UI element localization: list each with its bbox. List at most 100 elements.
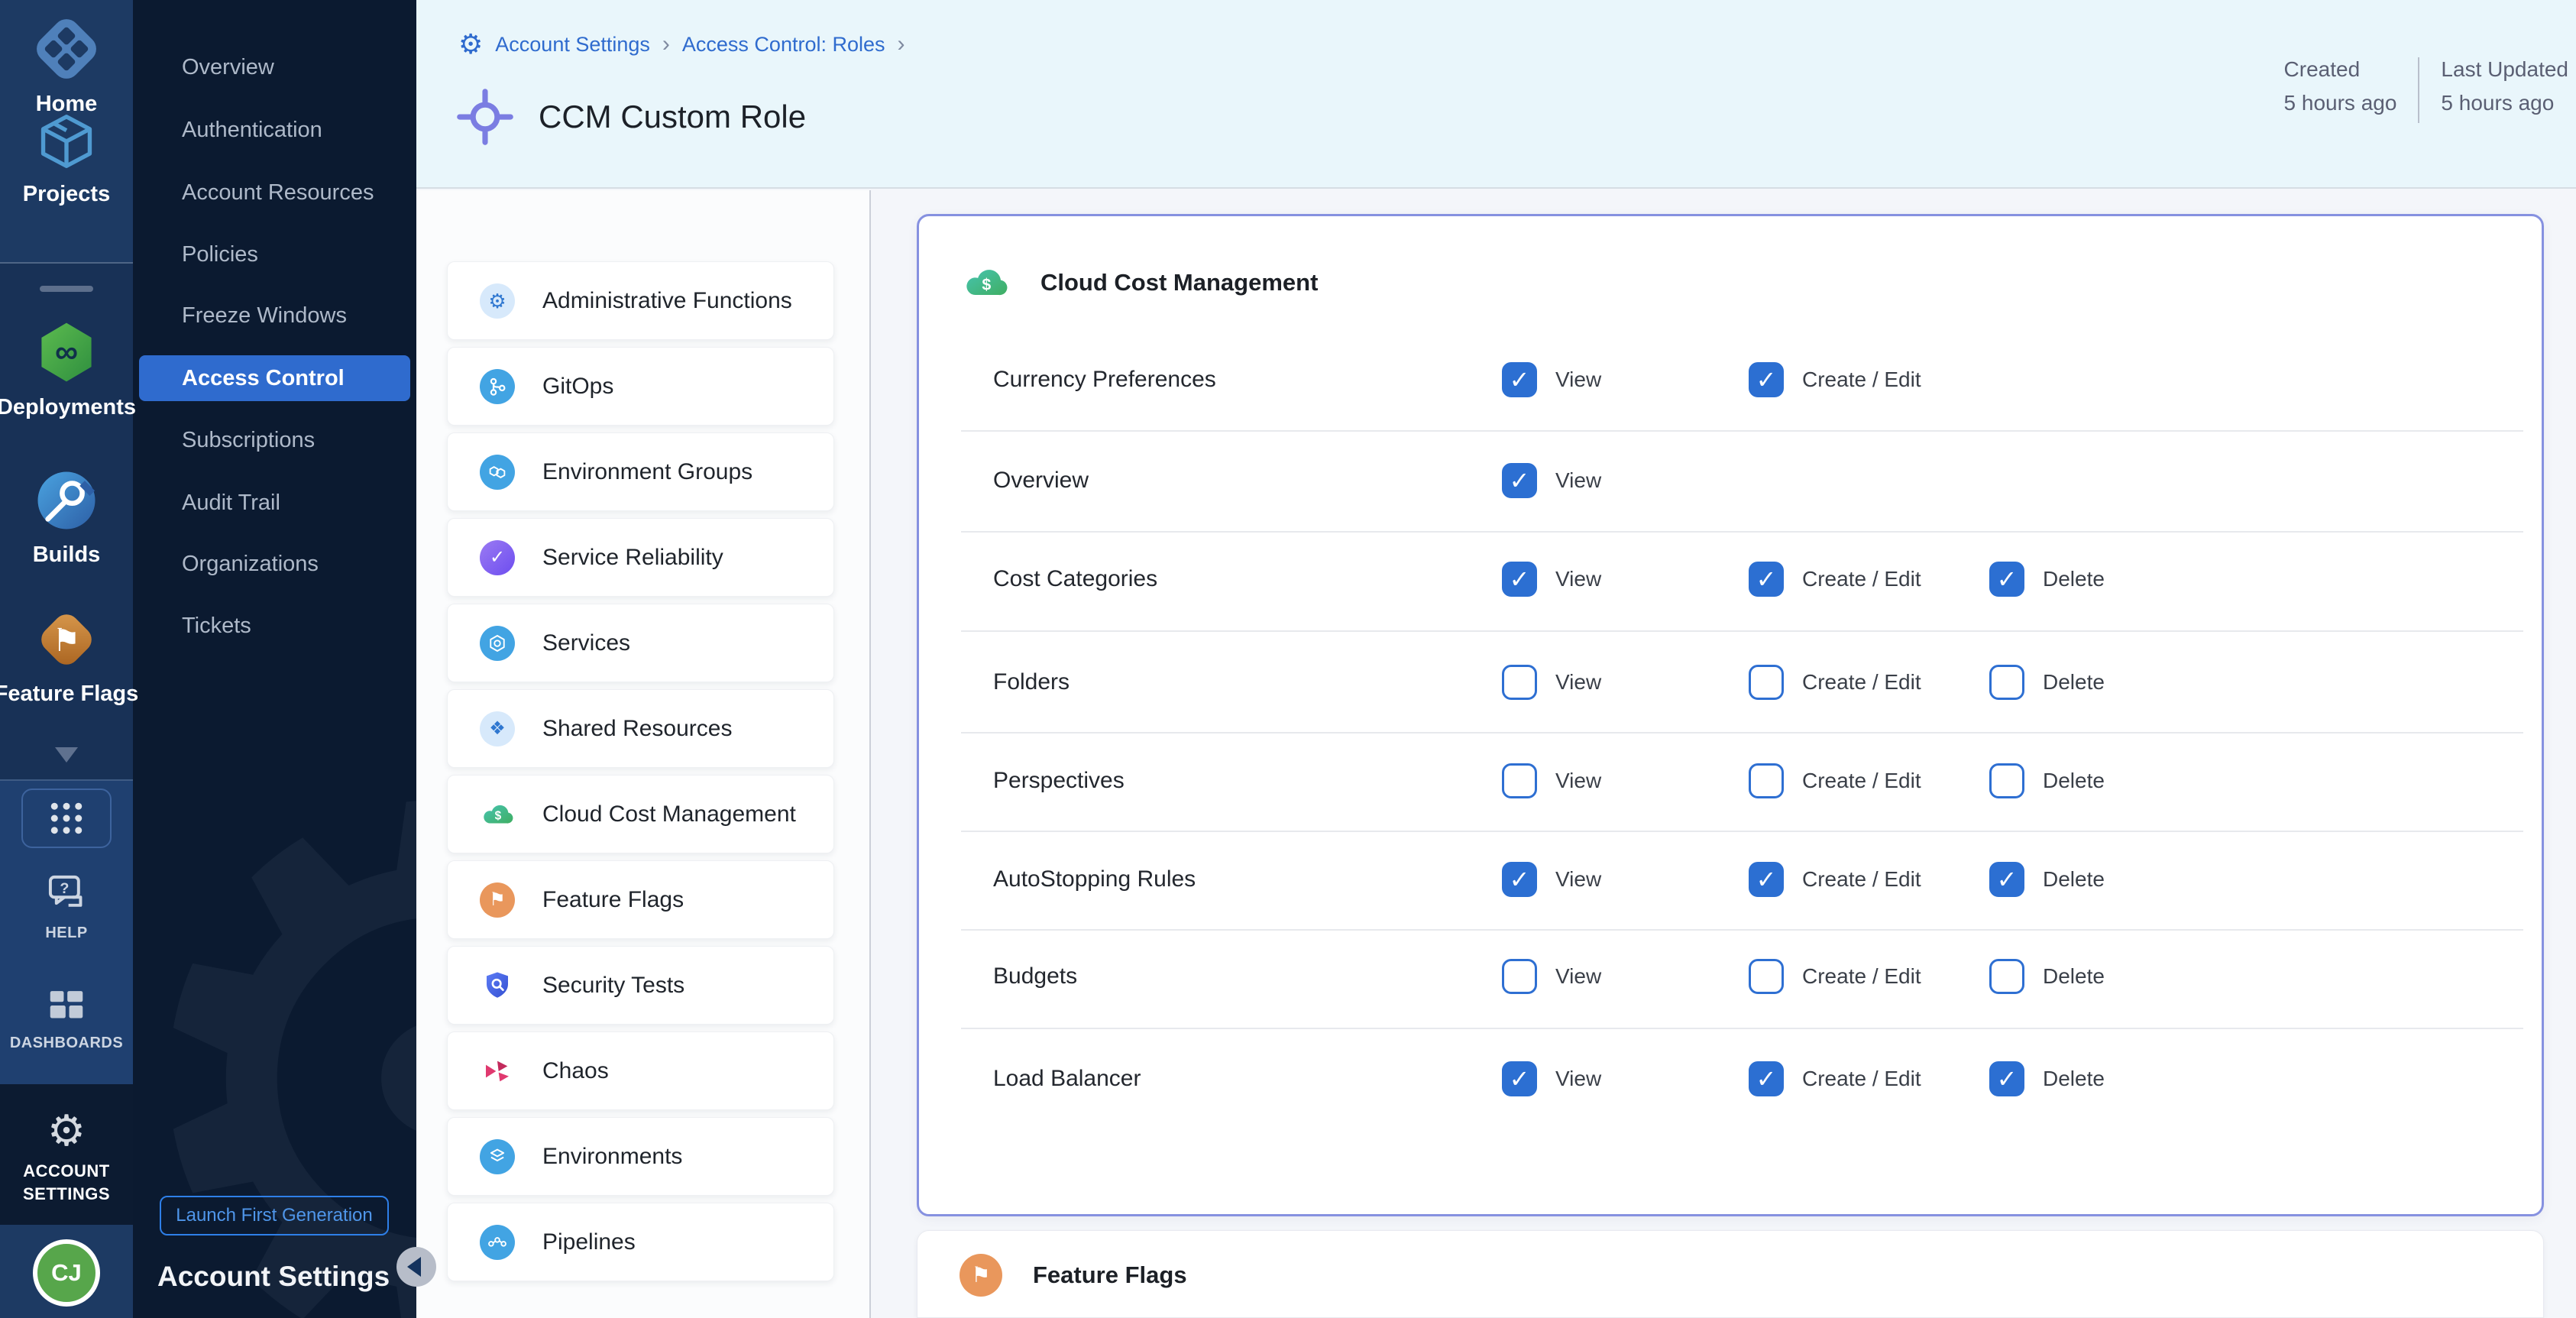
avatar[interactable]: CJ (33, 1239, 100, 1307)
role-crosshair-icon (456, 88, 514, 146)
checkbox[interactable] (1749, 665, 1784, 700)
page-title: CCM Custom Role (539, 99, 806, 135)
sidebar-item-overview[interactable]: Overview (139, 44, 410, 90)
launch-first-generation-button[interactable]: Launch First Generation (160, 1196, 389, 1235)
permission-row: Folders View Create / Edit Delete (919, 647, 2546, 717)
checkbox-view[interactable]: View (1502, 562, 1601, 597)
rail-item-projects[interactable]: Projects (0, 108, 133, 207)
ccm-cloud-icon: $ (961, 258, 1010, 307)
sidebar-item-organizations[interactable]: Organizations (139, 541, 410, 587)
sidebar-item-authentication[interactable]: Authentication (139, 107, 410, 153)
checkbox[interactable] (1502, 862, 1537, 897)
checkbox[interactable] (1502, 665, 1537, 700)
category-shared-resources[interactable]: ❖ Shared Resources (447, 689, 834, 768)
sidebar-item-audit-trail[interactable]: Audit Trail (139, 480, 410, 526)
checkbox-delete[interactable]: Delete (1989, 862, 2105, 897)
checkbox[interactable] (1749, 1061, 1784, 1096)
checkbox-create-edit[interactable]: Create / Edit (1749, 959, 1921, 994)
created-value: 5 hours ago (2284, 91, 2397, 115)
checkbox[interactable] (1749, 362, 1784, 397)
gear-icon: ⚙ (458, 31, 483, 58)
sidebar-item-access-control[interactable]: Access Control (139, 355, 410, 401)
sidebar-item-freeze-windows[interactable]: Freeze Windows (139, 293, 410, 338)
category-chaos[interactable]: Chaos (447, 1031, 834, 1110)
checkbox[interactable] (1502, 959, 1537, 994)
checkbox-view[interactable]: View (1502, 665, 1601, 700)
checkbox-delete[interactable]: Delete (1989, 562, 2105, 597)
checkbox[interactable] (1749, 862, 1784, 897)
checkbox-delete[interactable]: Delete (1989, 665, 2105, 700)
rail-item-feature-flags[interactable]: ⚑ Feature Flags (0, 605, 133, 707)
checkbox-delete[interactable]: Delete (1989, 763, 2105, 798)
sidebar-item-subscriptions[interactable]: Subscriptions (139, 417, 410, 463)
category-environments[interactable]: Environments (447, 1117, 834, 1196)
row-divider (961, 1028, 2523, 1029)
ccm-section-header: $ Cloud Cost Management (961, 258, 1318, 307)
breadcrumb-account-settings[interactable]: Account Settings (495, 33, 650, 57)
checkbox[interactable] (1502, 763, 1537, 798)
category-administrative-functions[interactable]: ⚙ Administrative Functions (447, 261, 834, 340)
module-rail: Home Projects ∞ Deployments Builds ⚑ (0, 0, 133, 1318)
checkbox[interactable] (1502, 562, 1537, 597)
checkbox-delete[interactable]: Delete (1989, 959, 2105, 994)
checkbox-view[interactable]: View (1502, 362, 1601, 397)
checkbox-create-edit[interactable]: Create / Edit (1749, 562, 1921, 597)
rail-item-home[interactable]: Home (0, 14, 133, 117)
environments-icon (480, 1139, 515, 1174)
sidebar-item-label: Audit Trail (182, 491, 280, 516)
checkbox-view[interactable]: View (1502, 959, 1601, 994)
sidenav-collapse-button[interactable] (396, 1247, 436, 1287)
category-service-reliability[interactable]: ✓ Service Reliability (447, 518, 834, 597)
rail-item-builds[interactable]: Builds (0, 466, 133, 568)
category-security-tests[interactable]: Security Tests (447, 946, 834, 1025)
chevron-down-icon[interactable] (55, 747, 78, 763)
category-cloud-cost-management[interactable]: $ Cloud Cost Management (447, 775, 834, 853)
breadcrumb-access-control-roles[interactable]: Access Control: Roles (682, 33, 885, 57)
category-environment-groups[interactable]: Environment Groups (447, 432, 834, 511)
category-gitops[interactable]: GitOps (447, 347, 834, 426)
checkbox-view[interactable]: View (1502, 463, 1601, 498)
checkbox-view[interactable]: View (1502, 763, 1601, 798)
category-label: Environments (542, 1144, 682, 1170)
gear-icon: ⚙ (47, 1109, 86, 1152)
sidebar-item-label: Policies (182, 242, 258, 267)
checkbox[interactable] (1989, 959, 2024, 994)
checkbox[interactable] (1502, 362, 1537, 397)
checkbox[interactable] (1989, 862, 2024, 897)
category-label: Feature Flags (542, 887, 684, 913)
checkbox-create-edit[interactable]: Create / Edit (1749, 665, 1921, 700)
checkbox-view[interactable]: View (1502, 1061, 1601, 1096)
category-services[interactable]: Services (447, 604, 834, 682)
rail-divider-dash (40, 286, 93, 292)
checkbox-create-edit[interactable]: Create / Edit (1749, 862, 1921, 897)
category-pipelines[interactable]: Pipelines (447, 1203, 834, 1281)
checkbox[interactable] (1989, 665, 2024, 700)
checkbox-view[interactable]: View (1502, 862, 1601, 897)
permission-row: Cost Categories View Create / Edit Delet… (919, 544, 2546, 614)
sidebar-item-account-resources[interactable]: Account Resources (139, 170, 410, 215)
rail-item-account-settings[interactable]: ⚙ ACCOUNT SETTINGS (0, 1109, 133, 1205)
checkbox[interactable] (1749, 562, 1784, 597)
checkbox[interactable] (1502, 463, 1537, 498)
checkbox[interactable] (1502, 1061, 1537, 1096)
rail-item-deployments[interactable]: ∞ Deployments (0, 317, 133, 420)
role-meta: Created 5 hours ago Last Updated 5 hours… (2284, 57, 2568, 123)
checkbox-create-edit[interactable]: Create / Edit (1749, 1061, 1921, 1096)
module-picker-button[interactable] (21, 789, 112, 848)
rail-item-profile[interactable]: CJ (0, 1239, 133, 1307)
checkbox-create-edit[interactable]: Create / Edit (1749, 362, 1921, 397)
rail-item-help[interactable]: ? HELP (0, 871, 133, 944)
checkbox-create-edit[interactable]: Create / Edit (1749, 763, 1921, 798)
checkbox[interactable] (1989, 763, 2024, 798)
sidebar-item-policies[interactable]: Policies (139, 232, 410, 277)
category-label: Environment Groups (542, 459, 752, 485)
checkbox[interactable] (1749, 959, 1784, 994)
checkbox[interactable] (1989, 1061, 2024, 1096)
sidebar-item-tickets[interactable]: Tickets (139, 603, 410, 649)
rail-item-dashboards[interactable]: DASHBOARDS (0, 986, 133, 1054)
checkbox[interactable] (1749, 763, 1784, 798)
checkbox[interactable] (1989, 562, 2024, 597)
category-feature-flags[interactable]: ⚑ Feature Flags (447, 860, 834, 939)
svg-text:$: $ (495, 809, 502, 822)
checkbox-delete[interactable]: Delete (1989, 1061, 2105, 1096)
